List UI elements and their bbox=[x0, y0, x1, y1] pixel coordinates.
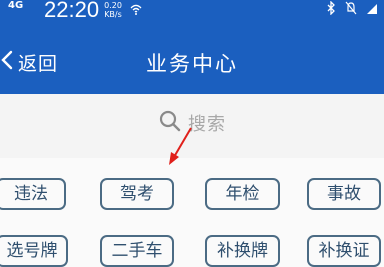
annotation-arrow-icon bbox=[169, 127, 192, 165]
